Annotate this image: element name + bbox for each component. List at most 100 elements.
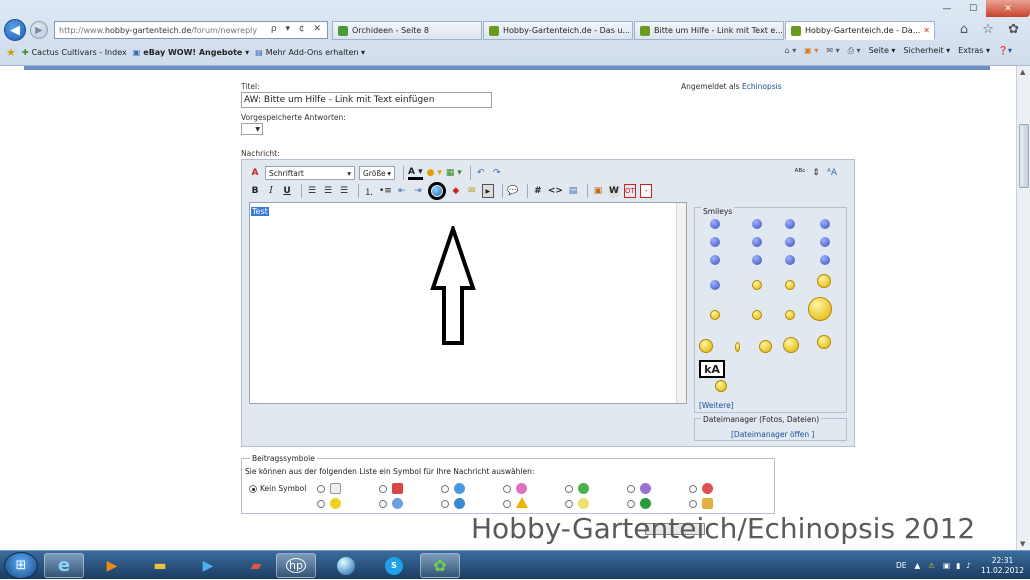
smiley-icon[interactable] (820, 255, 830, 265)
smiley-icon[interactable] (752, 310, 762, 320)
smiley-icon[interactable] (710, 219, 720, 229)
smiley-icon[interactable] (820, 219, 830, 229)
radio-icon[interactable] (627, 500, 635, 508)
selected-text[interactable]: Test (251, 207, 269, 216)
scroll-thumb[interactable] (1019, 124, 1029, 188)
tray-app-icon[interactable]: ▣ (943, 561, 950, 570)
html-code-icon[interactable]: <> (548, 184, 563, 198)
tab-hobby-gartenteich-1[interactable]: Hobby-Gartenteich.de - Das u... (483, 21, 633, 40)
minimize-button[interactable]: — (934, 0, 960, 17)
page-menu[interactable]: Seite ▾ (869, 46, 896, 56)
radio-icon[interactable] (317, 500, 325, 508)
quote-icon[interactable]: 💬 (507, 184, 519, 198)
font-dropdown[interactable]: Schriftart ▾ (265, 166, 355, 180)
align-right-icon[interactable]: ☰ (338, 184, 350, 198)
radio-icon[interactable] (441, 500, 449, 508)
radio-icon[interactable] (503, 485, 511, 493)
wikipedia-icon[interactable]: W (607, 184, 620, 198)
spellcheck-icon[interactable]: ᴬᴮᶜ (794, 166, 806, 180)
smiley-icon[interactable] (715, 380, 727, 392)
smiley-icon[interactable] (785, 237, 795, 247)
attachment-icon[interactable]: ▣ (592, 184, 604, 198)
maximize-button[interactable]: ☐ (960, 0, 986, 17)
scroll-up-icon[interactable]: ▲ (1020, 68, 1025, 76)
italic-icon[interactable]: I (265, 184, 277, 198)
back-button[interactable]: ◀ (4, 19, 26, 41)
insert-link-icon[interactable] (427, 182, 446, 200)
clock[interactable]: 22:31 11.02.2012 (981, 556, 1024, 576)
scroll-down-icon[interactable]: ▼ (1020, 540, 1025, 548)
smiley-icon[interactable] (710, 310, 720, 320)
saved-answers-select[interactable]: ▼ (241, 123, 263, 135)
underline-icon[interactable]: U (281, 184, 293, 198)
email-link-icon[interactable]: ✉ (466, 184, 478, 198)
radio-icon[interactable] (317, 485, 325, 493)
taskbar-hp[interactable]: hp (276, 553, 316, 578)
taskbar-media[interactable]: ▶ (92, 553, 132, 578)
smiley-icon[interactable] (710, 237, 720, 247)
remove-format-icon[interactable]: A (249, 166, 261, 180)
radio-icon[interactable] (627, 485, 635, 493)
align-left-icon[interactable]: ☰ (306, 184, 318, 198)
smiley-icon[interactable] (710, 280, 720, 290)
network-icon[interactable]: ▮ (956, 561, 960, 570)
taskbar-explorer[interactable]: ▬ (140, 553, 180, 578)
thumbs-up-smiley-icon[interactable] (808, 297, 832, 321)
radio-icon[interactable] (689, 485, 697, 493)
smiley-icon[interactable] (820, 237, 830, 247)
tab-hobby-gartenteich-active[interactable]: Hobby-Gartenteich.de - Da... ✕ (785, 21, 935, 40)
radio-icon[interactable] (565, 485, 573, 493)
radio-icon[interactable] (565, 500, 573, 508)
safety-menu[interactable]: Sicherheit ▾ (903, 46, 950, 56)
smiley-icon[interactable] (699, 339, 713, 353)
favorites-star-icon[interactable]: ★ (6, 46, 16, 59)
taskbar-globe[interactable] (326, 553, 366, 578)
radio-no-icon[interactable] (249, 485, 257, 493)
close-window-button[interactable]: ✕ (986, 0, 1030, 17)
smiley-icon[interactable] (752, 280, 762, 290)
language-indicator[interactable]: DE (896, 561, 907, 570)
unordered-list-icon[interactable]: •≡ (379, 184, 392, 198)
address-bar[interactable]: http://www. hobby-gartenteich.de/forum/ne… (54, 21, 328, 39)
ka-sign-icon[interactable]: kA (699, 360, 725, 378)
size-dropdown[interactable]: Größe ▾ (359, 166, 395, 180)
rss-icon[interactable]: ▣ ▾ (804, 46, 818, 56)
taskbar-app[interactable]: ▰ (236, 553, 276, 578)
smiley-icon[interactable] (785, 310, 795, 320)
volume-icon[interactable]: ♪ (966, 561, 971, 570)
radio-icon[interactable] (441, 485, 449, 493)
video-icon[interactable]: ▶ (481, 184, 494, 198)
forward-button[interactable]: ▶ (30, 21, 48, 39)
page-scrollbar[interactable]: ▲ ▼ (1016, 66, 1030, 550)
warning-tray-icon[interactable]: ⚠ (928, 561, 935, 570)
smiley-icon[interactable] (785, 255, 795, 265)
tools-menu[interactable]: Extras ▾ (958, 46, 990, 56)
print-icon[interactable]: ⎙ ▾ (848, 46, 861, 56)
smiley-icon[interactable] (817, 274, 831, 288)
align-center-icon[interactable]: ☰ (322, 184, 334, 198)
radio-icon[interactable] (379, 500, 387, 508)
indent-icon[interactable]: ⇥ (412, 184, 424, 198)
smiley-icon[interactable] (817, 335, 831, 349)
logged-in-user-link[interactable]: Echinopsis (742, 82, 782, 91)
radio-icon[interactable] (503, 500, 511, 508)
insert-image-icon[interactable]: ▦ ▾ (446, 166, 462, 180)
ordered-list-icon[interactable]: ⒈ (363, 184, 375, 198)
favorite-ebay[interactable]: ▣ eBay WOW! Angebote ▾ (133, 48, 249, 57)
smiley-icon[interactable] (735, 342, 740, 352)
show-hidden-icons[interactable]: ▲ (915, 561, 921, 570)
favorite-cactus-cultivars[interactable]: ✚ Cactus Cultivars - Index (22, 48, 127, 57)
help-icon[interactable]: ❓▾ (998, 46, 1012, 56)
php-code-icon[interactable]: ▤ (567, 184, 579, 198)
tab-orchideen[interactable]: Orchideen - Seite 8 (332, 21, 482, 40)
mail-icon[interactable]: ✉ ▾ (826, 46, 839, 56)
home-icon[interactable]: ⌂ ▾ (785, 46, 797, 56)
code-hash-icon[interactable]: # (532, 184, 544, 198)
minus-icon[interactable]: - (639, 184, 652, 198)
smiley-icon[interactable] (710, 255, 720, 265)
resize-icon[interactable]: ⇕ (810, 166, 822, 180)
start-button[interactable]: ⊞ (4, 552, 38, 579)
smiley-icon[interactable] (752, 237, 762, 247)
smiley-icon[interactable] (752, 219, 762, 229)
radio-icon[interactable] (379, 485, 387, 493)
